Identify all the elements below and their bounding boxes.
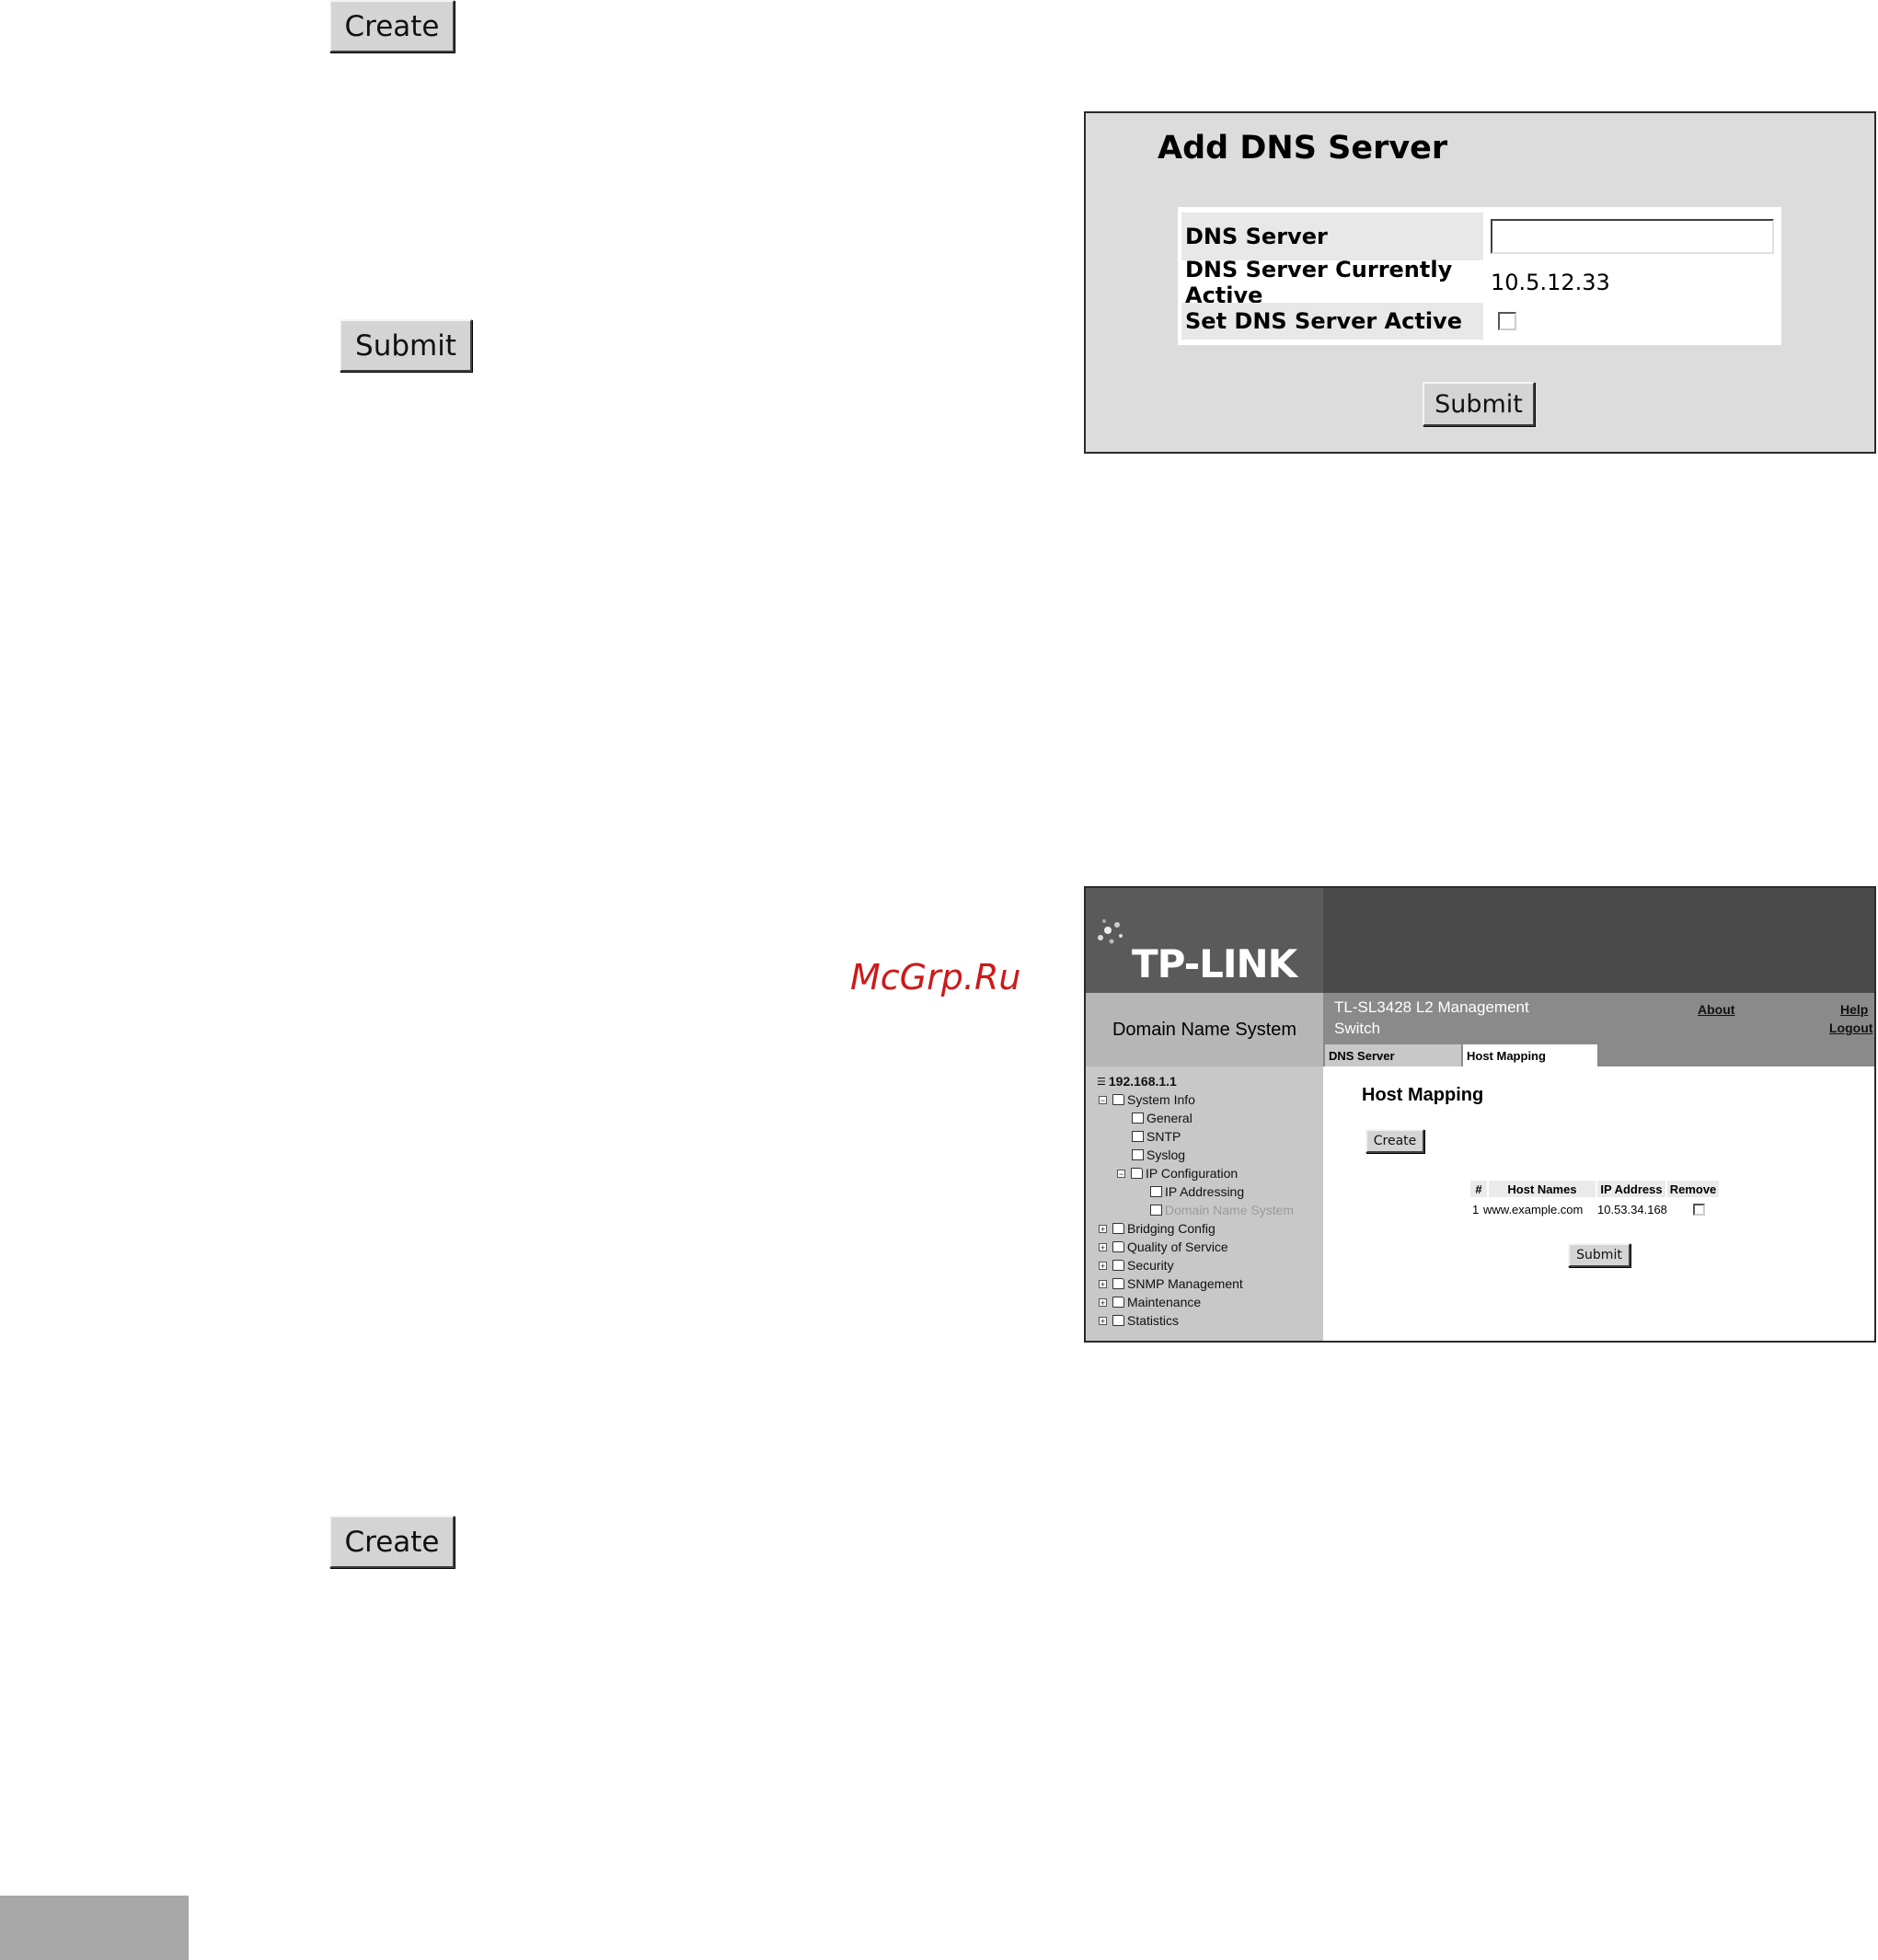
tree-label: Statistics bbox=[1127, 1313, 1180, 1328]
set-active-checkbox[interactable] bbox=[1498, 312, 1516, 330]
dns-server-input[interactable] bbox=[1491, 219, 1774, 254]
help-link[interactable]: Help bbox=[1840, 1002, 1868, 1017]
folder-icon bbox=[1112, 1315, 1124, 1326]
tree-item-security[interactable]: + Security bbox=[1099, 1258, 1174, 1273]
panel-title: Add DNS Server bbox=[1158, 130, 1448, 167]
tree-item-bridging-config[interactable]: + Bridging Config bbox=[1099, 1221, 1216, 1236]
page-icon bbox=[1132, 1149, 1144, 1160]
tab-dns-server[interactable]: DNS Server bbox=[1325, 1044, 1461, 1066]
host-mapping-submit-button[interactable]: Submit bbox=[1568, 1243, 1630, 1267]
tree-label: Maintenance bbox=[1127, 1295, 1202, 1309]
tree-label: SNTP bbox=[1146, 1129, 1181, 1144]
create-button-bottom[interactable]: Create bbox=[329, 1516, 455, 1568]
dns-active-row: DNS Server Currently Active 10.5.12.33 bbox=[1181, 257, 1778, 308]
expand-icon: + bbox=[1099, 1261, 1107, 1271]
tree-item-ip-configuration[interactable]: − IP Configuration bbox=[1117, 1166, 1238, 1181]
expand-icon: + bbox=[1099, 1242, 1107, 1252]
host-mapping-title: Host Mapping bbox=[1362, 1085, 1484, 1105]
tree-item-general[interactable]: General bbox=[1132, 1111, 1192, 1125]
submit-button-left[interactable]: Submit bbox=[340, 319, 472, 372]
dns-form-table: DNS Server DNS Server Currently Active 1… bbox=[1178, 207, 1781, 345]
tree-label: Domain Name System bbox=[1165, 1203, 1295, 1217]
folder-icon bbox=[1112, 1297, 1124, 1308]
create-button-top[interactable]: Create bbox=[329, 0, 455, 52]
logo-sparkle-icon bbox=[1098, 919, 1123, 944]
folder-open-icon bbox=[1112, 1094, 1124, 1105]
set-active-row: Set DNS Server Active bbox=[1181, 303, 1778, 340]
dns-server-label: DNS Server bbox=[1181, 213, 1483, 260]
folder-icon bbox=[1112, 1278, 1124, 1289]
expand-icon: + bbox=[1099, 1297, 1107, 1308]
page-edge-tab bbox=[0, 1896, 189, 1960]
col-header-host-names: Host Names bbox=[1489, 1181, 1596, 1197]
host-mapping-create-button[interactable]: Create bbox=[1365, 1129, 1424, 1153]
row-remove-cell bbox=[1693, 1201, 1705, 1217]
section-name: Domain Name System bbox=[1086, 993, 1323, 1066]
panel-submit-button[interactable]: Submit bbox=[1423, 382, 1535, 426]
tree-label: IP Configuration bbox=[1146, 1166, 1239, 1181]
tree-label: Quality of Service bbox=[1127, 1239, 1228, 1254]
folder-icon bbox=[1112, 1223, 1124, 1234]
nav-tree: ☰ 192.168.1.1 − System Info General SNTP … bbox=[1086, 1066, 1323, 1341]
tree-item-sntp[interactable]: SNTP bbox=[1132, 1129, 1181, 1144]
tree-item-system-info[interactable]: − System Info bbox=[1099, 1092, 1195, 1107]
folder-icon bbox=[1112, 1241, 1124, 1252]
tree-label: SNMP Management bbox=[1127, 1276, 1243, 1291]
tree-item-domain-name-system[interactable]: Domain Name System bbox=[1150, 1203, 1294, 1217]
page-icon bbox=[1132, 1113, 1144, 1124]
tplink-host-mapping-screenshot: TP-LINK Domain Name System TL-SL3428 L2 … bbox=[1084, 886, 1876, 1343]
tree-label: General bbox=[1146, 1111, 1192, 1125]
tplink-logo: TP-LINK bbox=[1132, 941, 1297, 986]
tree-item-snmp-management[interactable]: + SNMP Management bbox=[1099, 1276, 1243, 1291]
tree-label: Bridging Config bbox=[1127, 1221, 1216, 1236]
tree-label: Syslog bbox=[1146, 1147, 1186, 1162]
row-host-name: www.example.com bbox=[1483, 1202, 1584, 1216]
tab-host-mapping[interactable]: Host Mapping bbox=[1463, 1044, 1597, 1066]
page-icon bbox=[1150, 1205, 1162, 1216]
dns-active-value: 10.5.12.33 bbox=[1491, 270, 1610, 295]
tree-item-maintenance[interactable]: + Maintenance bbox=[1099, 1295, 1201, 1309]
collapse-icon: − bbox=[1117, 1169, 1125, 1179]
product-name: TL-SL3428 L2 Management Switch bbox=[1334, 998, 1529, 1037]
dns-server-row: DNS Server bbox=[1181, 213, 1778, 260]
row-num: 1 bbox=[1472, 1202, 1480, 1216]
page-icon bbox=[1132, 1131, 1144, 1142]
page-icon bbox=[1150, 1186, 1162, 1197]
set-active-label: Set DNS Server Active bbox=[1181, 303, 1483, 340]
col-header-remove: Remove bbox=[1667, 1181, 1719, 1197]
dns-active-label: DNS Server Currently Active bbox=[1185, 257, 1453, 308]
add-dns-server-panel: Add DNS Server DNS Server DNS Server Cur… bbox=[1084, 111, 1876, 454]
logo-area: TP-LINK bbox=[1086, 888, 1323, 993]
network-icon: ☰ bbox=[1097, 1076, 1106, 1088]
tree-label: System Info bbox=[1127, 1092, 1195, 1107]
tree-item-ip-addressing[interactable]: IP Addressing bbox=[1150, 1184, 1244, 1199]
tree-root-label: 192.168.1.1 bbox=[1108, 1074, 1177, 1089]
expand-icon: + bbox=[1099, 1224, 1107, 1234]
tree-root[interactable]: ☰ 192.168.1.1 bbox=[1097, 1074, 1177, 1089]
col-header-num: # bbox=[1470, 1181, 1487, 1197]
col-header-ip-address: IP Address bbox=[1597, 1181, 1665, 1197]
expand-icon: + bbox=[1099, 1316, 1107, 1326]
collapse-icon: − bbox=[1099, 1095, 1107, 1105]
remove-checkbox[interactable] bbox=[1693, 1203, 1705, 1216]
tree-label: IP Addressing bbox=[1165, 1184, 1245, 1199]
tree-label: Security bbox=[1127, 1258, 1174, 1273]
about-link[interactable]: About bbox=[1698, 1002, 1734, 1017]
watermark: McGrp.Ru bbox=[850, 957, 1021, 997]
tree-item-quality-of-service[interactable]: + Quality of Service bbox=[1099, 1239, 1228, 1254]
folder-open-icon bbox=[1131, 1168, 1143, 1179]
logout-link[interactable]: Logout bbox=[1829, 1020, 1872, 1035]
expand-icon: + bbox=[1099, 1279, 1107, 1289]
tree-item-statistics[interactable]: + Statistics bbox=[1099, 1313, 1179, 1328]
tree-item-syslog[interactable]: Syslog bbox=[1132, 1147, 1185, 1162]
row-ip-address: 10.53.34.168 bbox=[1597, 1202, 1667, 1216]
folder-icon bbox=[1112, 1260, 1124, 1271]
